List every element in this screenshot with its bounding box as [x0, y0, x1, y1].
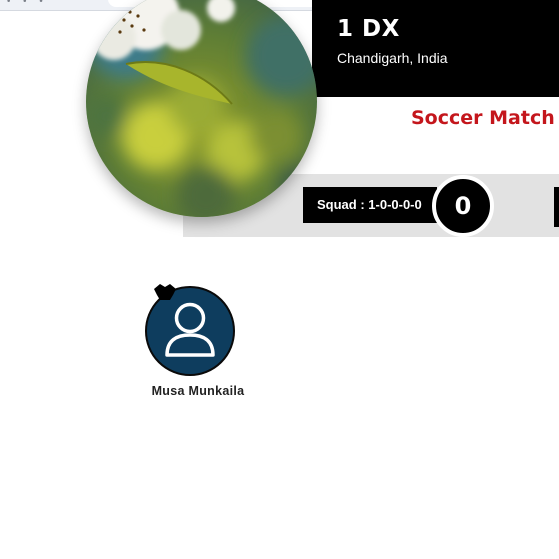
match-type: Soccer Match [411, 107, 555, 129]
next-panel-edge [554, 187, 559, 227]
team-name: 1 DX [337, 16, 400, 42]
player-name: Musa Munkaila [151, 384, 245, 398]
team-location: Chandigarh, India [337, 50, 448, 66]
match-title: Soccer Matchor [411, 107, 559, 130]
squad-count-badge: 0 [432, 175, 494, 237]
squad-formation-label: Squad : 1-0-0-0-0 [303, 187, 437, 223]
browser-controls-icon: • • • [6, 0, 48, 7]
team-header [312, 0, 559, 97]
player-card[interactable]: Musa Munkaila [140, 282, 256, 402]
captain-badge-icon [152, 283, 178, 303]
